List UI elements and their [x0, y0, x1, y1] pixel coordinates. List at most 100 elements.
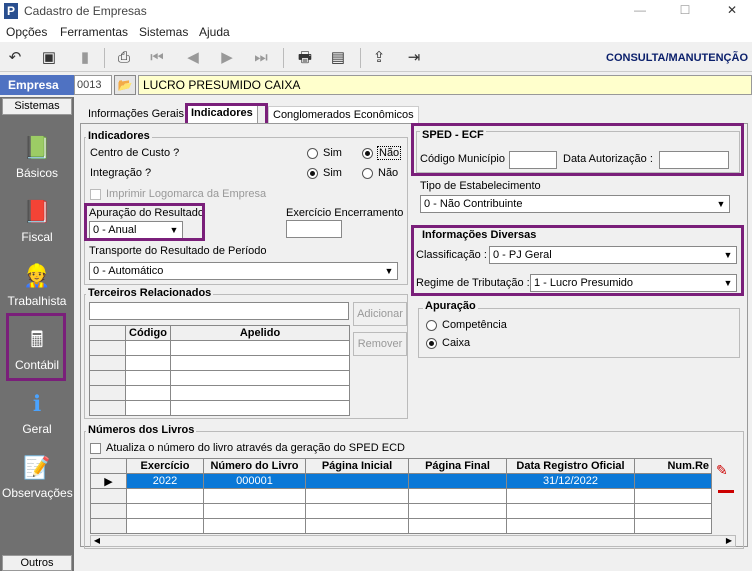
col-codigo: Código	[125, 325, 171, 341]
sidebar-item-fiscal[interactable]: 📕 Fiscal	[2, 192, 72, 252]
empresa-label: Empresa	[0, 75, 74, 95]
highlight-sped	[411, 123, 744, 176]
close-button[interactable]: ✕	[722, 3, 742, 19]
menu-opcoes[interactable]: Opções	[6, 25, 47, 39]
first-icon[interactable]: ⏮	[146, 47, 168, 69]
exercicio-encerramento-input[interactable]	[286, 220, 342, 238]
remove-row-icon[interactable]	[718, 490, 734, 493]
info-icon: ℹ	[32, 391, 42, 416]
minimize-button[interactable]: —	[630, 3, 650, 19]
table-row[interactable]	[90, 518, 712, 534]
col-apelido: Apelido	[170, 325, 350, 341]
sidebar-item-observacoes[interactable]: 📝 Observações	[2, 448, 73, 508]
livros-table: Exercício Número do Livro Página Inicial Pá…	[90, 458, 712, 534]
toolbar-separator	[104, 48, 105, 68]
toolbar-separator	[283, 48, 284, 68]
atualiza-livro-checkbox[interactable]	[90, 443, 101, 454]
sidebar-item-basicos[interactable]: 📗 Básicos	[2, 128, 72, 188]
tab-informacoes-gerais[interactable]: Informações Gerais	[84, 106, 188, 124]
table-row[interactable]	[89, 385, 350, 401]
competencia-label: Competência	[442, 319, 507, 331]
sidebar-item-trabalhista[interactable]: 👷 Trabalhista	[2, 256, 72, 316]
terceiros-table: Código Apelido	[89, 325, 350, 416]
row-indicator-header	[90, 458, 127, 474]
cell-num-re[interactable]	[634, 473, 712, 489]
col-data-registro: Data Registro Oficial	[506, 458, 635, 474]
exit-icon[interactable]: ⇥	[403, 47, 425, 69]
worker-icon: 👷	[23, 263, 51, 288]
sidebar-item-geral[interactable]: ℹ Geral	[2, 384, 72, 444]
apuracao-group	[418, 308, 740, 358]
tab-conglomerados[interactable]: Conglomerados Econômicos	[268, 106, 419, 124]
undo-icon[interactable]: ↶	[4, 47, 26, 69]
table-row[interactable]	[89, 355, 350, 371]
cell-pagina-inicial[interactable]	[305, 473, 409, 489]
caixa-label: Caixa	[442, 337, 471, 349]
report-icon[interactable]: ▤	[327, 47, 349, 69]
table-row[interactable]	[90, 503, 712, 519]
menu-ajuda[interactable]: Ajuda	[199, 25, 230, 39]
menu-sistemas[interactable]: Sistemas	[139, 25, 188, 39]
empresa-name-field: LUCRO PRESUMIDO CAIXA	[138, 75, 752, 95]
sidebar-item-label: Básicos	[15, 166, 59, 180]
menu-ferramentas[interactable]: Ferramentas	[60, 25, 128, 39]
integracao-sim-label: Sim	[323, 167, 342, 179]
terceiros-search-input[interactable]	[89, 302, 349, 320]
adicionar-button[interactable]: Adicionar	[353, 302, 407, 326]
export-icon[interactable]: ⇪	[368, 47, 390, 69]
sidebar-outros-button[interactable]: Outros	[2, 555, 72, 571]
indicadores-title: Indicadores	[86, 130, 152, 142]
scroll-right-icon[interactable]: ▶	[723, 536, 735, 546]
table-row[interactable]	[90, 488, 712, 504]
cell-exercicio[interactable]: 2022	[126, 473, 204, 489]
highlight-info-diversas	[411, 225, 744, 296]
transporte-select[interactable]: 0 - Automático ▼	[89, 262, 398, 280]
fiscal-book-icon: 📕	[23, 199, 51, 224]
exercicio-encerramento-label: Exercício Encerramento	[286, 207, 404, 219]
transporte-value: 0 - Automático	[93, 265, 164, 277]
centro-custo-nao-radio[interactable]	[362, 148, 373, 159]
table-row[interactable]	[89, 400, 350, 416]
integracao-sim-radio[interactable]	[307, 168, 318, 179]
table-row[interactable]	[89, 370, 350, 386]
open-folder-icon[interactable]: 📂	[114, 75, 136, 95]
imprimir-logo-checkbox[interactable]	[90, 189, 101, 200]
sidebar-item-label: Observações	[2, 486, 73, 500]
row-indicator-header	[89, 325, 126, 341]
remover-button[interactable]: Remover	[353, 332, 407, 356]
centro-custo-nao-label: Não	[377, 146, 402, 160]
atualiza-livro-label: Atualiza o número do livro através da ge…	[106, 442, 405, 454]
centro-custo-sim-radio[interactable]	[307, 148, 318, 159]
tipo-estabelecimento-value: 0 - Não Contribuinte	[424, 198, 523, 210]
mode-label: CONSULTA/MANUTENÇÃO	[606, 52, 748, 64]
maximize-button[interactable]: ☐	[675, 3, 695, 19]
centro-custo-sim-label: Sim	[323, 147, 342, 159]
sidebar-item-label: Fiscal	[21, 230, 53, 244]
horizontal-scrollbar[interactable]: ◀ ▶	[90, 535, 736, 547]
bookmark-icon[interactable]: ▮	[74, 47, 96, 69]
tipo-estabelecimento-select[interactable]: 0 - Não Contribuinte ▼	[420, 195, 730, 213]
empresa-code-field[interactable]: 0013	[74, 75, 112, 95]
caixa-radio[interactable]	[426, 338, 437, 349]
sidebar-item-label: Geral	[22, 422, 52, 436]
chevron-down-icon: ▼	[714, 197, 728, 211]
preview-icon[interactable]: ⎙	[113, 47, 135, 69]
table-row[interactable]: ▶ 2022 000001 31/12/2022	[90, 473, 712, 489]
last-icon[interactable]: ⏭	[250, 47, 272, 69]
save-icon[interactable]: ▣	[38, 47, 60, 69]
scroll-left-icon[interactable]: ◀	[91, 536, 103, 546]
cell-data-registro[interactable]: 31/12/2022	[506, 473, 635, 489]
prev-icon[interactable]: ◀	[182, 47, 204, 69]
table-row[interactable]	[89, 340, 350, 356]
cell-pagina-final[interactable]	[408, 473, 507, 489]
next-icon[interactable]: ▶	[216, 47, 238, 69]
competencia-radio[interactable]	[426, 320, 437, 331]
terceiros-title: Terceiros Relacionados	[86, 287, 214, 299]
edit-pencil-icon[interactable]: ✎	[716, 462, 728, 479]
sidebar-item-label: Trabalhista	[7, 294, 67, 308]
cell-numero-livro[interactable]: 000001	[203, 473, 306, 489]
row-pointer-icon: ▶	[90, 473, 127, 489]
print-icon[interactable]: 🖶	[294, 47, 316, 69]
integracao-nao-radio[interactable]	[362, 168, 373, 179]
col-num-re: Num.Re	[634, 458, 712, 474]
